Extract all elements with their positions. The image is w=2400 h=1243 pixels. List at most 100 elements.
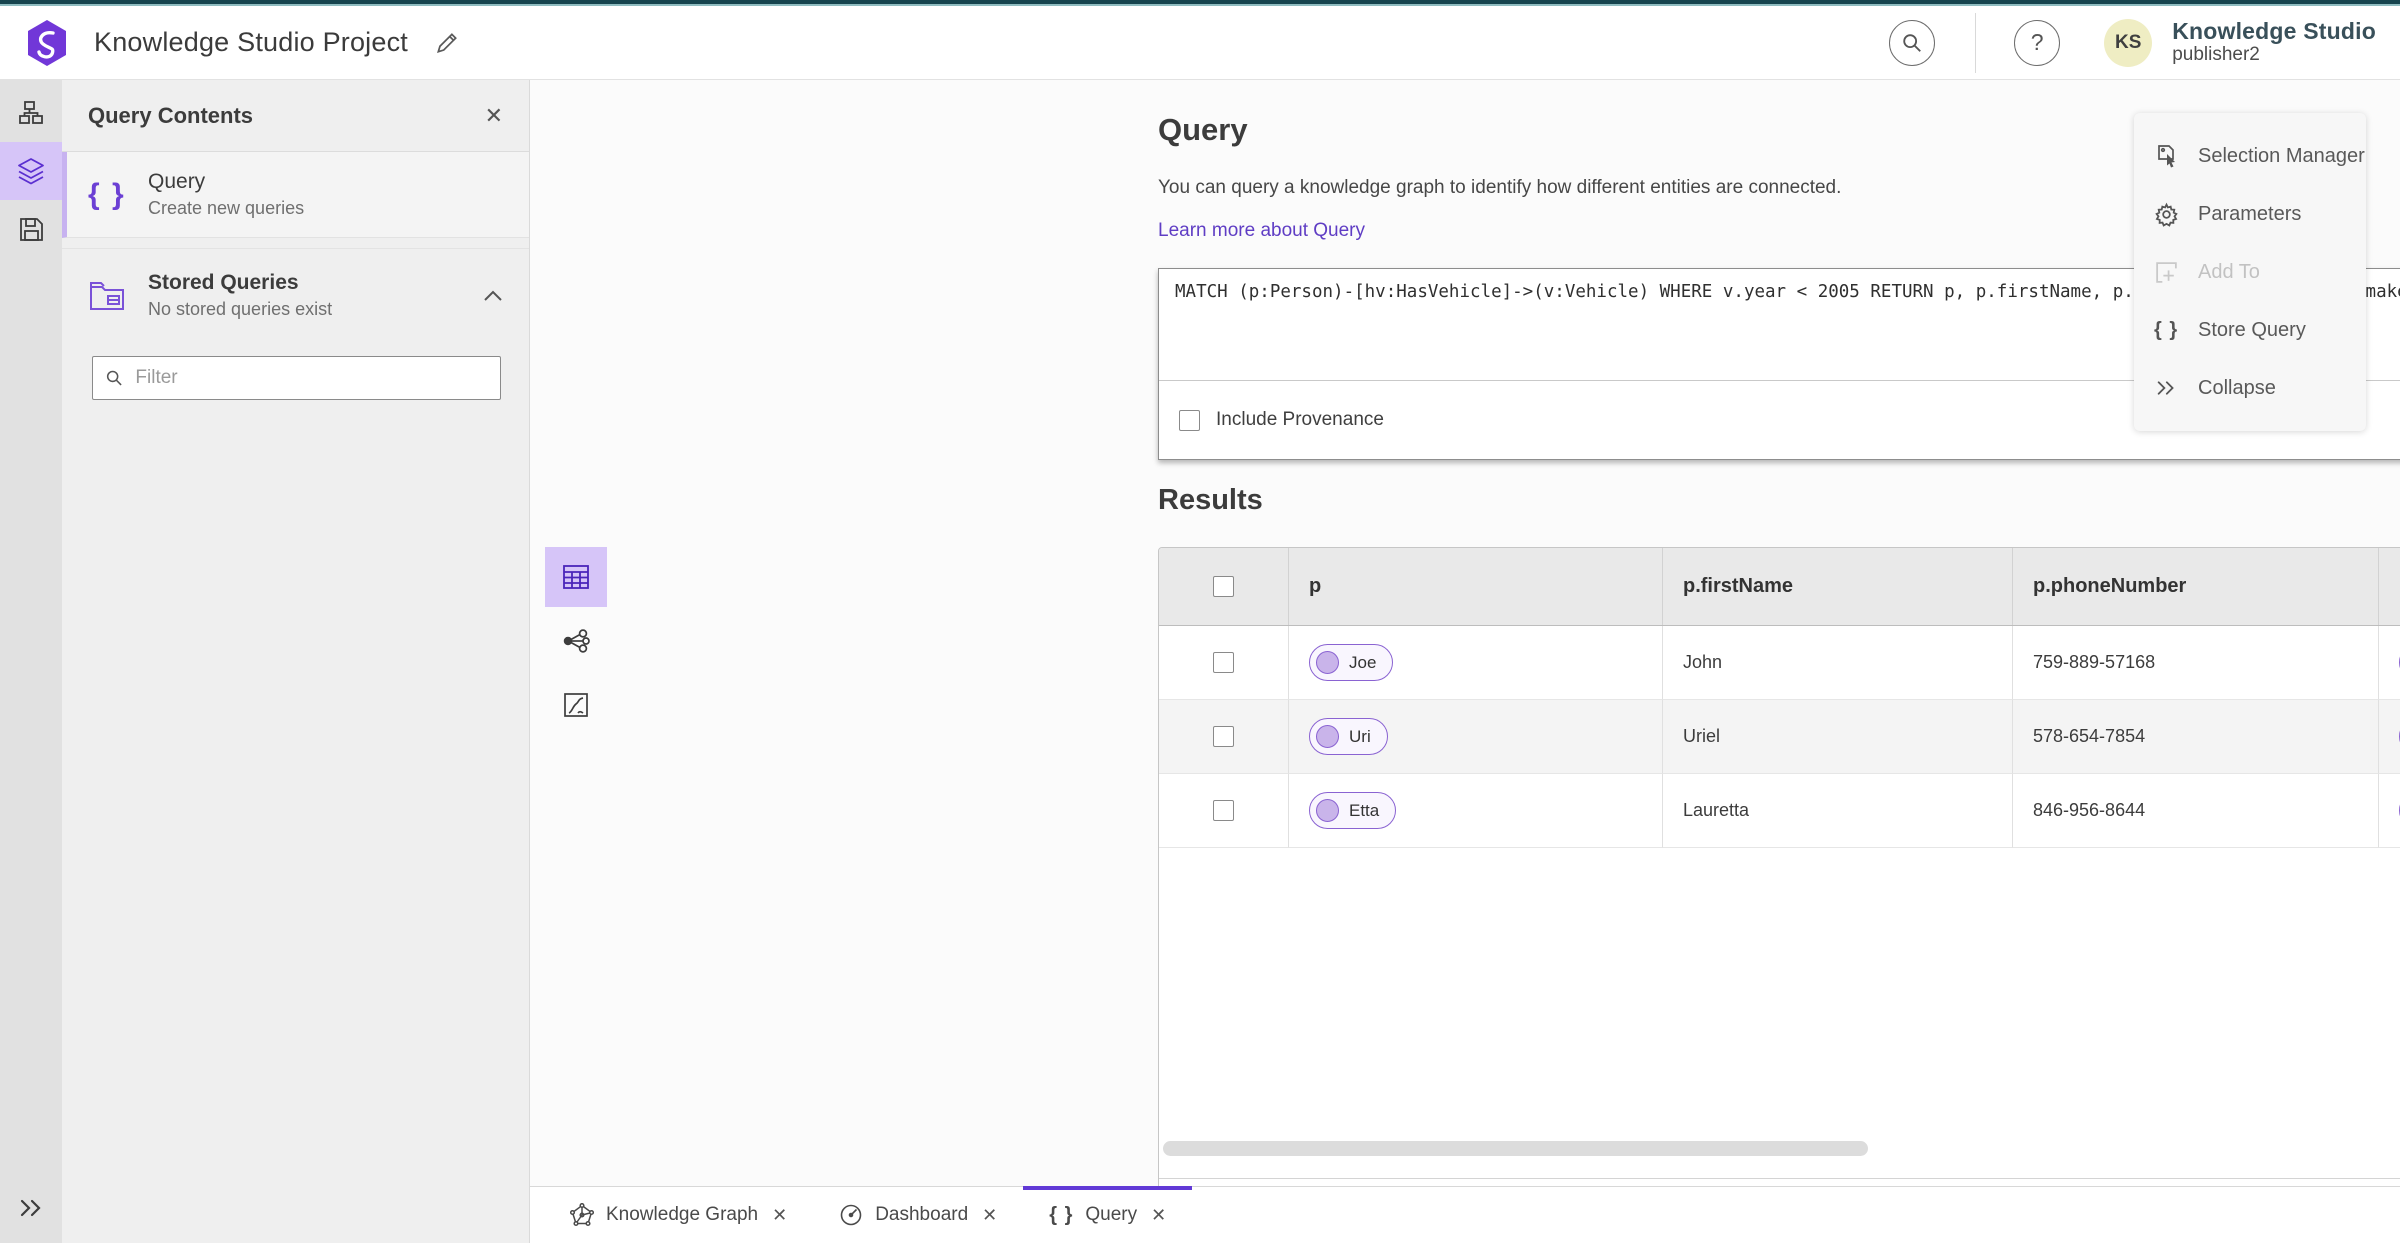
parameters-label: Parameters [2198,202,2302,225]
app-logo-icon[interactable] [24,18,70,68]
entity-pill[interactable]: Joe [1309,644,1394,681]
results-view-toolbar [545,547,607,739]
selection-manager-icon [2154,143,2184,169]
table-row[interactable]: Etta Lauretta 846-956-8644 →HasVehicle [1159,774,2400,848]
cell-phonenumber: 759-889-57168 [2013,626,2379,700]
tab-label: Dashboard [875,1204,969,1225]
row-checkbox[interactable] [1213,800,1234,821]
table-view-icon[interactable] [545,547,607,607]
entity-dot-icon [1316,651,1339,674]
entity-label: Etta [1349,800,1380,820]
row-checkbox[interactable] [1213,652,1234,673]
query-item-title: Query [148,170,206,193]
header-divider [1975,12,1977,73]
tab-label: Query [1085,1204,1138,1225]
bottom-tab-bar: Knowledge Graph ✕ Dashboard ✕ { } Query … [530,1186,2400,1243]
braces-icon: { } [2154,318,2179,341]
entity-pill[interactable]: Etta [1309,792,1397,829]
parameters-button[interactable]: Parameters [2134,185,2366,243]
filter-field [92,356,501,400]
chevron-up-icon[interactable] [483,290,503,302]
knowledge-graph-icon [570,1203,594,1227]
add-to-icon [2154,260,2184,285]
tab-query[interactable]: { } Query ✕ [1023,1186,1193,1243]
cell-phonenumber: 578-654-7854 [2013,700,2379,774]
panel-item-stored-queries[interactable]: Stored Queries No stored queries exist [62,253,529,338]
table-row[interactable]: Uri Uriel 578-654-7854 →HasVehicle [1159,700,2400,774]
product-name: Knowledge Studio [2172,18,2376,45]
help-icon[interactable]: ? [2014,19,2061,66]
column-header-phonenumber[interactable]: p.phoneNumber [2013,548,2379,625]
column-header-hv[interactable]: hv [2379,548,2400,625]
close-icon[interactable]: ✕ [485,103,503,129]
user-info[interactable]: Knowledge Studio publisher2 [2172,19,2376,65]
query-page-title: Query [1158,112,1248,147]
store-query-button[interactable]: { } Store Query [2134,301,2366,359]
add-to-label: Add To [2198,260,2260,283]
search-icon[interactable] [1889,19,1936,66]
layers-icon[interactable] [0,142,62,200]
entity-label: Uri [1349,726,1371,746]
save-icon[interactable] [0,200,62,258]
query-description: You can query a knowledge graph to ident… [1158,177,1842,198]
include-provenance-label: Include Provenance [1216,409,1384,430]
cell-firstname: Lauretta [1663,774,2013,848]
select-all-checkbox[interactable] [1213,576,1234,597]
panel-title: Query Contents [88,102,254,128]
edit-title-icon[interactable] [434,30,460,56]
column-header-firstname[interactable]: p.firstName [1663,548,2013,625]
entity-pill[interactable]: Uri [1309,718,1388,755]
app-header: Knowledge Studio Project ? KS Knowledge … [0,6,2400,80]
selection-manager-button[interactable]: Selection Manager [2134,127,2366,185]
query-item-subtitle: Create new queries [148,198,305,218]
include-provenance-checkbox[interactable] [1179,409,1200,431]
braces-icon: { } [88,177,126,211]
dashboard-icon [839,1203,863,1227]
learn-more-link[interactable]: Learn more about Query [1158,220,1365,242]
filter-input[interactable] [135,367,488,389]
folder-icon [88,279,134,313]
add-to-button: Add To [2134,243,2366,301]
main-content: Query You can query a knowledge graph to… [530,80,2400,1243]
cell-phonenumber: 846-956-8644 [2013,774,2379,848]
store-query-label: Store Query [2198,318,2306,341]
column-header-p[interactable]: p [1289,548,1663,625]
tab-knowledge-graph[interactable]: Knowledge Graph ✕ [544,1187,813,1243]
entity-dot-icon [1316,725,1339,748]
entity-dot-icon [1316,799,1339,822]
table-row[interactable]: Joe John 759-889-57168 →HasVehicle [1159,626,2400,700]
search-icon [106,370,122,386]
collapse-label: Collapse [2198,376,2276,399]
left-icon-rail [0,80,62,1243]
stored-queries-subtitle: No stored queries exist [148,299,333,319]
results-title: Results [1158,484,1263,516]
close-tab-icon[interactable]: ✕ [772,1205,787,1226]
cell-firstname: Uriel [1663,700,2013,774]
tab-dashboard[interactable]: Dashboard ✕ [813,1187,1023,1243]
tab-label: Knowledge Graph [606,1204,759,1225]
row-checkbox[interactable] [1213,726,1234,747]
hierarchy-icon[interactable] [0,84,62,142]
close-tab-icon[interactable]: ✕ [1151,1205,1166,1226]
tools-side-menu: Selection Manager Parameters Add To { } … [2134,113,2366,431]
cell-firstname: John [1663,626,2013,700]
braces-icon: { } [1049,1203,1074,1226]
horizontal-scrollbar[interactable] [1163,1141,1868,1156]
table-header-row: p p.firstName p.phoneNumber hv [1159,548,2400,626]
gear-icon [2154,202,2184,227]
avatar[interactable]: KS [2104,18,2153,67]
user-name: publisher2 [2172,43,2260,65]
entity-label: Joe [1349,652,1377,672]
results-table-card: p p.firstName p.phoneNumber hv Joe John … [1158,547,2400,1243]
graph-view-icon[interactable] [545,611,607,671]
expand-icon[interactable] [0,1197,62,1219]
stored-queries-title: Stored Queries [148,271,299,294]
collapse-icon [2154,379,2184,397]
panel-header: Query Contents ✕ [62,80,529,152]
project-title: Knowledge Studio Project [94,27,408,57]
collapse-button[interactable]: Collapse [2134,359,2366,417]
close-tab-icon[interactable]: ✕ [982,1205,997,1226]
selection-manager-label: Selection Manager [2198,144,2365,167]
panel-item-query[interactable]: { } Query Create new queries [62,152,529,238]
chart-view-icon[interactable] [545,675,607,735]
